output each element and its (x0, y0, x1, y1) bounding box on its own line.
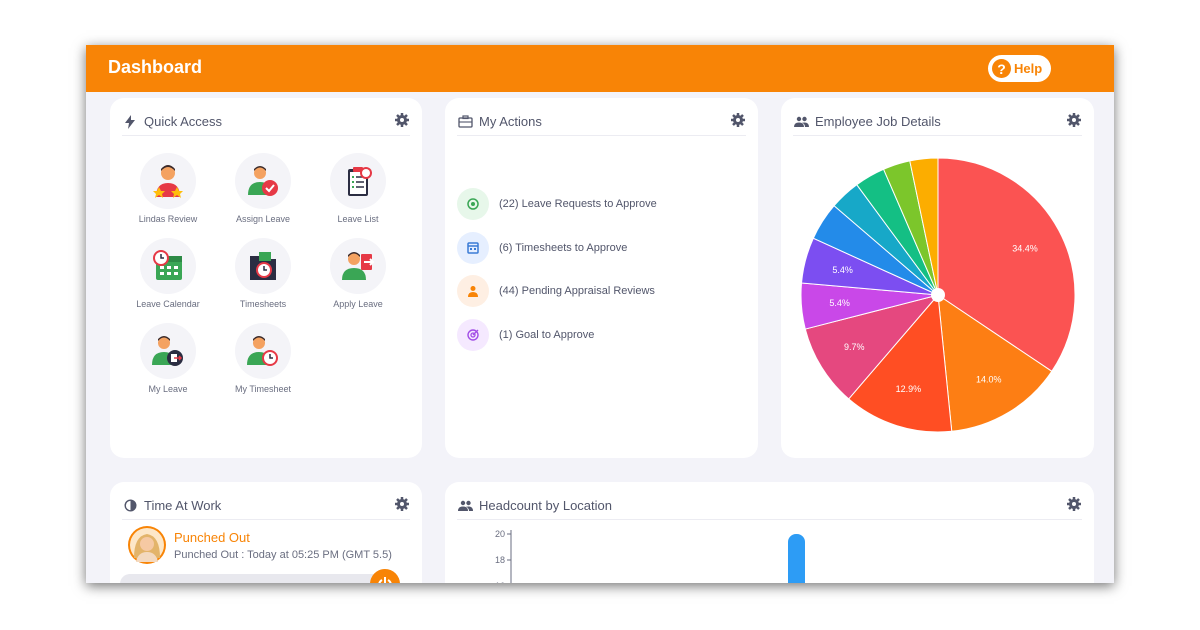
quick-access-label: Lindas Review (138, 214, 198, 224)
top-bar: Dashboard ? Help (86, 45, 1114, 92)
quick-access-item[interactable]: Assign Leave (213, 153, 313, 224)
my-timesheet-icon (235, 323, 291, 379)
gear-icon[interactable] (394, 112, 410, 128)
gear-icon[interactable] (730, 112, 746, 128)
gear-icon[interactable] (1066, 496, 1082, 512)
leave-list-icon (330, 153, 386, 209)
time-at-work-card: Time At Work Punched Out Punched Out : T… (110, 482, 422, 583)
help-button[interactable]: ? Help (988, 55, 1051, 82)
employee-job-title: Employee Job Details (815, 114, 941, 129)
action-label: (44) Pending Appraisal Reviews (499, 285, 655, 297)
employee-job-header: Employee Job Details (793, 108, 1082, 136)
quick-access-label: Assign Leave (235, 214, 291, 224)
people-icon (793, 114, 809, 130)
quick-access-label: Leave Calendar (136, 299, 200, 309)
review-icon (140, 153, 196, 209)
quick-access-item[interactable]: Apply Leave (308, 238, 408, 309)
action-label: (22) Leave Requests to Approve (499, 198, 657, 210)
quick-access-label: Leave List (337, 214, 379, 224)
my-leave-icon (140, 323, 196, 379)
pie-slice-label: 5.4% (829, 298, 850, 308)
headcount-title: Headcount by Location (479, 498, 612, 513)
pie-chart: 34.4% 14.0% 12.9% 9.7% 5.4% 5.4% (800, 157, 1076, 433)
goal-icon (457, 319, 489, 351)
quick-access-item[interactable]: Timesheets (213, 238, 313, 309)
quick-access-header: Quick Access (122, 108, 410, 136)
apply-leave-icon (330, 238, 386, 294)
leave-request-icon (457, 188, 489, 220)
quick-access-item[interactable]: Leave Calendar (118, 238, 218, 309)
y-tick-label: 18 (495, 555, 505, 565)
assign-leave-icon (235, 153, 291, 209)
quick-access-item[interactable]: Leave List (308, 153, 408, 224)
action-label: (1) Goal to Approve (499, 329, 595, 341)
headcount-card: Headcount by Location 20 18 16 (445, 482, 1094, 583)
action-item[interactable]: (22) Leave Requests to Approve (457, 188, 657, 220)
timesheets-icon (235, 238, 291, 294)
my-actions-title: My Actions (479, 114, 542, 129)
quick-access-label: Timesheets (239, 299, 287, 309)
headcount-bar[interactable] (788, 534, 805, 583)
quick-access-label: Apply Leave (333, 299, 383, 309)
briefcase-icon (457, 114, 473, 130)
page-title: Dashboard (108, 57, 203, 77)
my-actions-card: My Actions (22) Leave Requests to Approv… (445, 98, 758, 458)
time-at-work-header: Time At Work (122, 492, 410, 520)
action-item[interactable]: (6) Timesheets to Approve (457, 232, 627, 264)
punch-bar (120, 574, 388, 583)
headcount-header: Headcount by Location (457, 492, 1082, 520)
help-icon: ? (992, 59, 1011, 78)
quick-access-item[interactable]: Lindas Review (118, 153, 218, 224)
pie-center (931, 288, 945, 302)
time-at-work-title: Time At Work (144, 498, 222, 513)
quick-access-title: Quick Access (144, 114, 223, 129)
quick-access-item[interactable]: My Leave (118, 323, 218, 394)
lightning-icon (122, 114, 138, 130)
pie-slice-label: 5.4% (832, 265, 853, 275)
pie-slice-label: 12.9% (896, 384, 922, 394)
pie-slice-label: 14.0% (976, 375, 1002, 385)
action-item[interactable]: (1) Goal to Approve (457, 319, 594, 351)
quick-access-item[interactable]: My Timesheet (213, 323, 313, 394)
appraisal-icon (457, 275, 489, 307)
leave-calendar-icon (140, 238, 196, 294)
headcount-bar-chart: 20 18 16 (495, 529, 805, 583)
avatar (128, 526, 166, 564)
power-icon (378, 577, 392, 583)
pie-slice-label: 34.4% (1012, 244, 1038, 254)
action-label: (6) Timesheets to Approve (499, 242, 628, 254)
punch-detail: Punched Out : Today at 05:25 PM (GMT 5.5… (174, 549, 392, 561)
action-item[interactable]: (44) Pending Appraisal Reviews (457, 275, 655, 307)
my-actions-header: My Actions (457, 108, 746, 136)
app-window: Dashboard ? Help Quick Access Lindas Rev… (86, 45, 1114, 583)
help-label: Help (1014, 61, 1043, 76)
y-tick-label: 16 (495, 581, 505, 583)
gear-icon[interactable] (1066, 112, 1082, 128)
employee-job-card: Employee Job Details 34.4% 14.0% 12.9% 9.7%… (781, 98, 1094, 458)
punch-status: Punched Out (174, 530, 250, 545)
quick-access-card: Quick Access Lindas Review Assign Leave (110, 98, 422, 458)
punch-button[interactable] (370, 569, 400, 583)
clock-icon (122, 498, 138, 514)
gear-icon[interactable] (394, 496, 410, 512)
quick-access-label: My Leave (148, 384, 188, 394)
timesheet-approve-icon (457, 232, 489, 264)
people-icon (457, 498, 473, 514)
quick-access-label: My Timesheet (234, 384, 292, 394)
pie-slice-label: 9.7% (844, 342, 865, 352)
y-tick-label: 20 (495, 529, 505, 539)
